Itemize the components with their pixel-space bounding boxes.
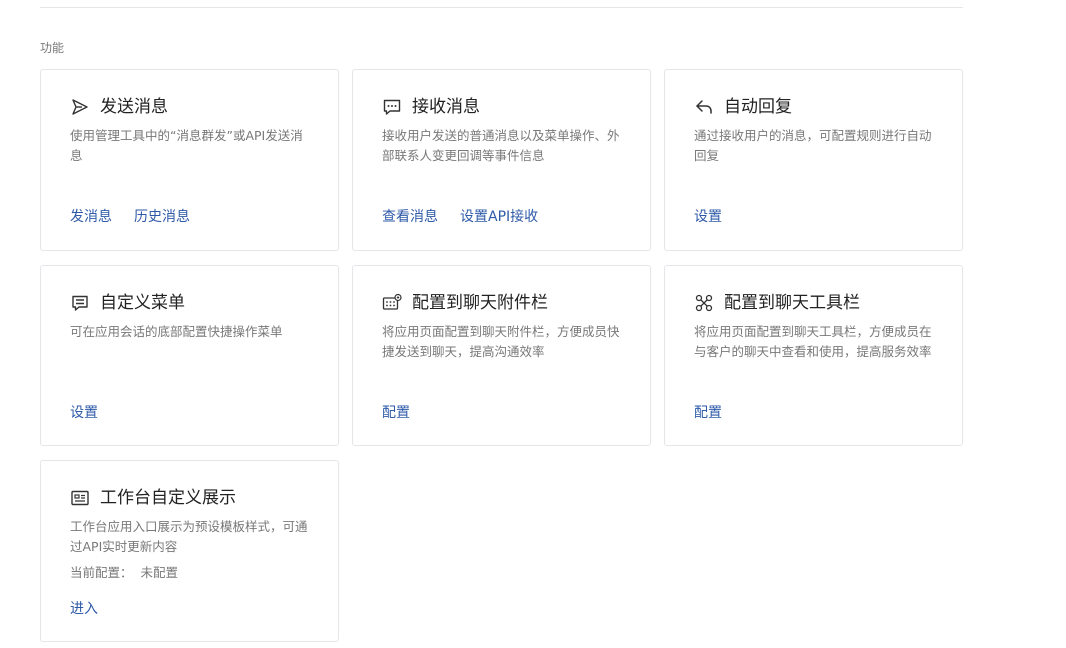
chat-bubble-icon: [382, 97, 402, 117]
card-title: 接收消息: [412, 97, 480, 117]
workbench-card-icon: [70, 488, 90, 508]
send-message-link[interactable]: 发消息: [70, 207, 112, 227]
card-actions: 配置: [382, 403, 410, 423]
card-actions: 查看消息 设置API接收: [382, 207, 538, 227]
card-description: 工作台应用入口展示为预设模板样式，可通过API实时更新内容: [70, 519, 308, 554]
top-divider: [40, 7, 963, 8]
toolbar-icon: [694, 293, 714, 313]
send-icon: [70, 97, 90, 117]
card-header: 配置到聊天附件栏: [382, 292, 548, 314]
card-receive-message: 接收消息 接收用户发送的普通消息以及菜单操作、外部联系人变更回调等事件信息 查看…: [352, 69, 651, 251]
card-description: 通过接收用户的消息，可配置规则进行自动回复: [694, 128, 932, 163]
card-title: 发送消息: [100, 97, 168, 117]
card-custom-menu: 自定义菜单 可在应用会话的底部配置快捷操作菜单 设置: [40, 265, 339, 446]
card-description: 可在应用会话的底部配置快捷操作菜单: [70, 324, 283, 339]
card-actions: 进入: [70, 599, 98, 619]
current-config: 当前配置： 未配置: [70, 563, 178, 583]
card-title: 配置到聊天工具栏: [724, 293, 860, 313]
section-title: 功能: [40, 41, 65, 55]
workbench-enter-link[interactable]: 进入: [70, 599, 98, 619]
reply-icon: [694, 97, 714, 117]
card-header: 自动回复: [694, 96, 792, 118]
card-title: 配置到聊天附件栏: [412, 293, 548, 313]
card-description: 将应用页面配置到聊天工具栏，方便成员在与客户的聊天中查看和使用，提高服务效率: [694, 324, 932, 359]
custom-menu-settings-link[interactable]: 设置: [70, 403, 98, 423]
card-actions: 发消息 历史消息: [70, 207, 190, 227]
toolbar-config-link[interactable]: 配置: [694, 403, 722, 423]
page: 功能 发送消息 使用管理工具中的“消息群发”或API发送消息 发消息 历史消息 …: [0, 0, 1066, 648]
card-chat-attachment-bar: 配置到聊天附件栏 将应用页面配置到聊天附件栏，方便成员快捷发送到聊天，提高沟通效…: [352, 265, 651, 446]
card-title: 自动回复: [724, 97, 792, 117]
card-header: 配置到聊天工具栏: [694, 292, 860, 314]
card-chat-toolbar: 配置到聊天工具栏 将应用页面配置到聊天工具栏，方便成员在与客户的聊天中查看和使用…: [664, 265, 963, 446]
attachment-bar-config-link[interactable]: 配置: [382, 403, 410, 423]
card-description: 接收用户发送的普通消息以及菜单操作、外部联系人变更回调等事件信息: [382, 128, 620, 163]
config-label: 当前配置：: [70, 565, 133, 580]
card-title: 工作台自定义展示: [100, 488, 236, 508]
card-header: 接收消息: [382, 96, 480, 118]
card-actions: 设置: [70, 403, 98, 423]
card-header: 工作台自定义展示: [70, 487, 236, 509]
card-workbench-display: 工作台自定义展示 工作台应用入口展示为预设模板样式，可通过API实时更新内容 当…: [40, 460, 339, 642]
card-auto-reply: 自动回复 通过接收用户的消息，可配置规则进行自动回复 设置: [664, 69, 963, 251]
card-description: 使用管理工具中的“消息群发”或API发送消息: [70, 128, 303, 163]
card-send-message: 发送消息 使用管理工具中的“消息群发”或API发送消息 发消息 历史消息: [40, 69, 339, 251]
card-header: 发送消息: [70, 96, 168, 118]
view-messages-link[interactable]: 查看消息: [382, 207, 438, 227]
card-header: 自定义菜单: [70, 292, 185, 314]
auto-reply-settings-link[interactable]: 设置: [694, 207, 722, 227]
message-history-link[interactable]: 历史消息: [134, 207, 190, 227]
card-actions: 配置: [694, 403, 722, 423]
card-title: 自定义菜单: [100, 293, 185, 313]
menu-icon: [70, 293, 90, 313]
config-value: 未配置: [140, 565, 179, 580]
card-actions: 设置: [694, 207, 722, 227]
set-api-receive-link[interactable]: 设置API接收: [460, 207, 538, 227]
card-description: 将应用页面配置到聊天附件栏，方便成员快捷发送到聊天，提高沟通效率: [382, 324, 620, 359]
attachment-bar-icon: [382, 293, 402, 313]
